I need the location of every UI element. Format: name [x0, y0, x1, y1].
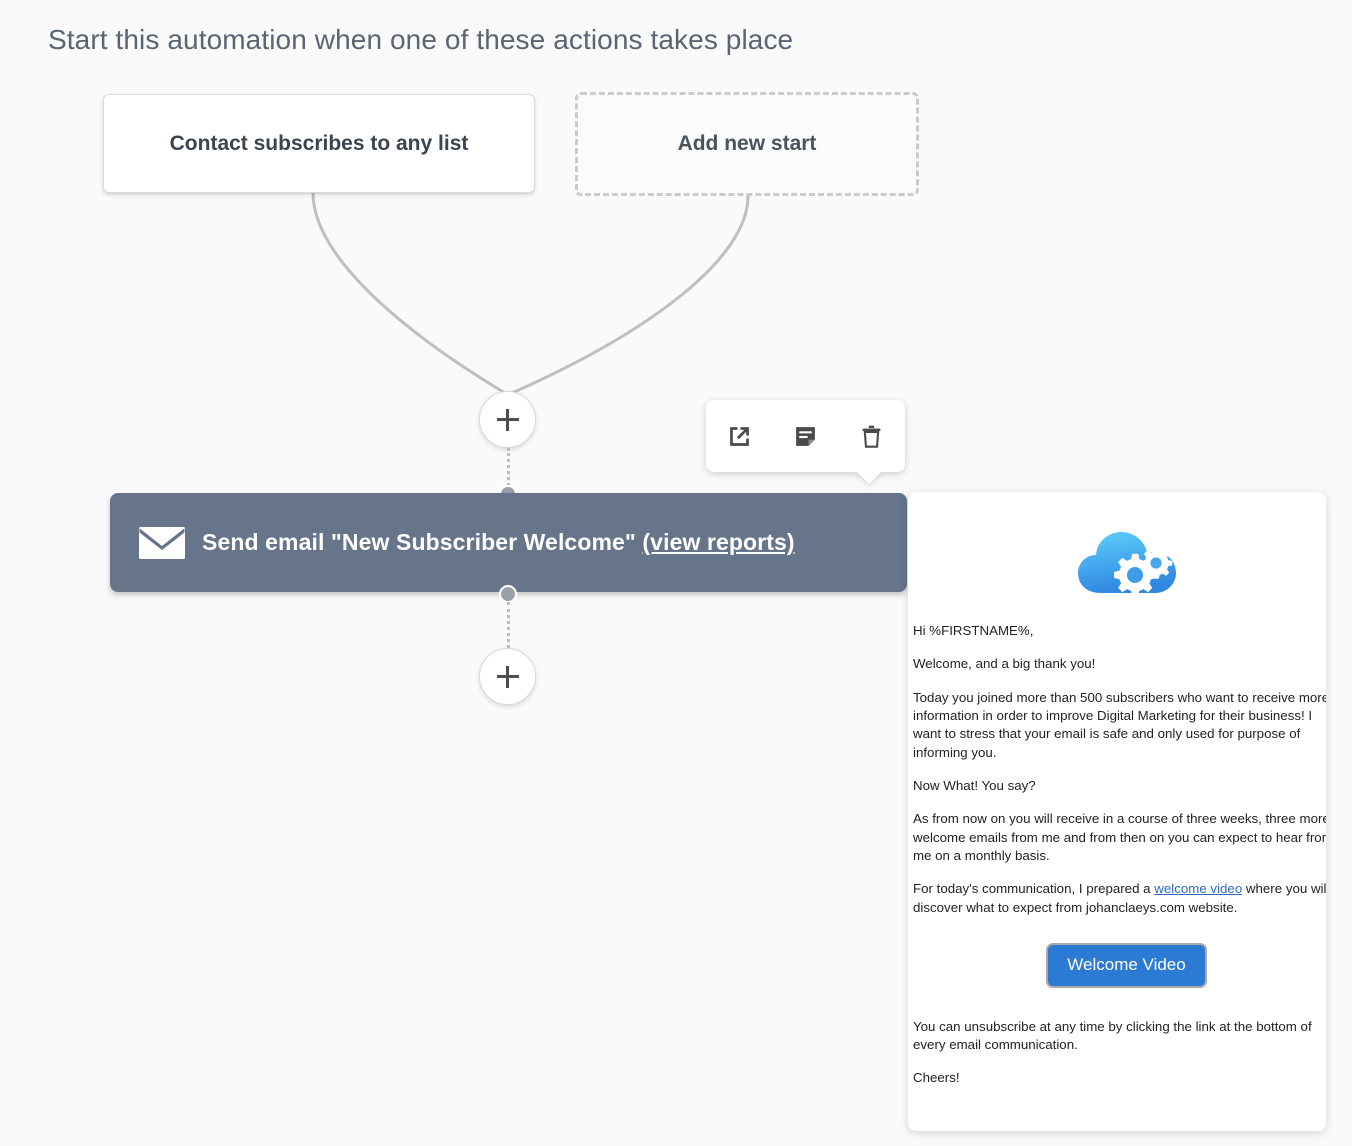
envelope-icon — [139, 526, 185, 559]
welcome-video-cta-button[interactable]: Welcome Video — [1046, 943, 1207, 988]
external-link-icon — [729, 426, 749, 446]
email-preview-content: Hi %FIRSTNAME%, Welcome, and a big thank… — [908, 492, 1326, 1131]
email-greeting: Hi %FIRSTNAME%, — [913, 623, 1034, 638]
add-step-above-button[interactable] — [479, 391, 536, 448]
plus-icon — [496, 408, 519, 431]
email-intro-paragraph: Today you joined more than 500 subscribe… — [913, 689, 1326, 760]
page-title: Start this automation when one of these … — [48, 24, 794, 55]
action-node-text: Send email "New Subscriber Welcome" — [202, 529, 643, 555]
email-signature: Johan Claeys — [908, 1103, 1326, 1131]
connector-stub-upper — [507, 448, 510, 486]
email-logo-wrap — [908, 492, 1326, 622]
start-trigger-contact-subscribes[interactable]: Contact subscribes to any list — [103, 94, 535, 193]
email-cheers-line: Cheers! — [913, 1070, 960, 1086]
add-step-below-button[interactable] — [479, 648, 536, 705]
edit-note-button[interactable] — [785, 416, 825, 456]
cloud-gears-logo — [1077, 532, 1176, 597]
email-schedule-paragraph: As from now on you will receive in a cou… — [913, 811, 1326, 864]
open-external-button[interactable] — [719, 416, 759, 456]
email-text-body: Hi %FIRSTNAME%, Welcome, and a big thank… — [908, 622, 1326, 1088]
trash-icon — [862, 425, 881, 448]
note-edit-icon — [796, 426, 815, 446]
node-action-toolbar — [706, 400, 905, 472]
email-video-paragraph: For today's communication, I prepared a … — [913, 880, 1326, 917]
start-trigger-label: Contact subscribes to any list — [169, 131, 469, 155]
connector-stub-lower — [507, 602, 510, 648]
add-new-start-label: Add new start — [677, 132, 817, 155]
email-preview-panel[interactable]: Hi %FIRSTNAME%, Welcome, and a big thank… — [908, 492, 1326, 1131]
action-node-label: Send email "New Subscriber Welcome" (vie… — [202, 529, 795, 556]
email-welcome-line: Welcome, and a big thank you! — [913, 656, 1096, 672]
email-now-what-line: Now What! You say? — [913, 778, 1036, 794]
plus-icon — [496, 665, 519, 688]
cta-wrapper: Welcome Video — [913, 943, 1326, 988]
delete-button[interactable] — [852, 416, 892, 456]
node-outlet-dot — [499, 585, 517, 603]
email-unsubscribe-paragraph: You can unsubscribe at any time by click… — [913, 1018, 1312, 1052]
email-video-text-before: For today's communication, I prepared a — [913, 881, 1155, 897]
action-node-send-email[interactable]: Send email "New Subscriber Welcome" (vie… — [110, 493, 907, 592]
view-reports-link[interactable]: (view reports) — [642, 529, 794, 555]
add-new-start-button[interactable]: Add new start — [575, 92, 919, 196]
welcome-video-link[interactable]: welcome video — [1154, 881, 1242, 896]
